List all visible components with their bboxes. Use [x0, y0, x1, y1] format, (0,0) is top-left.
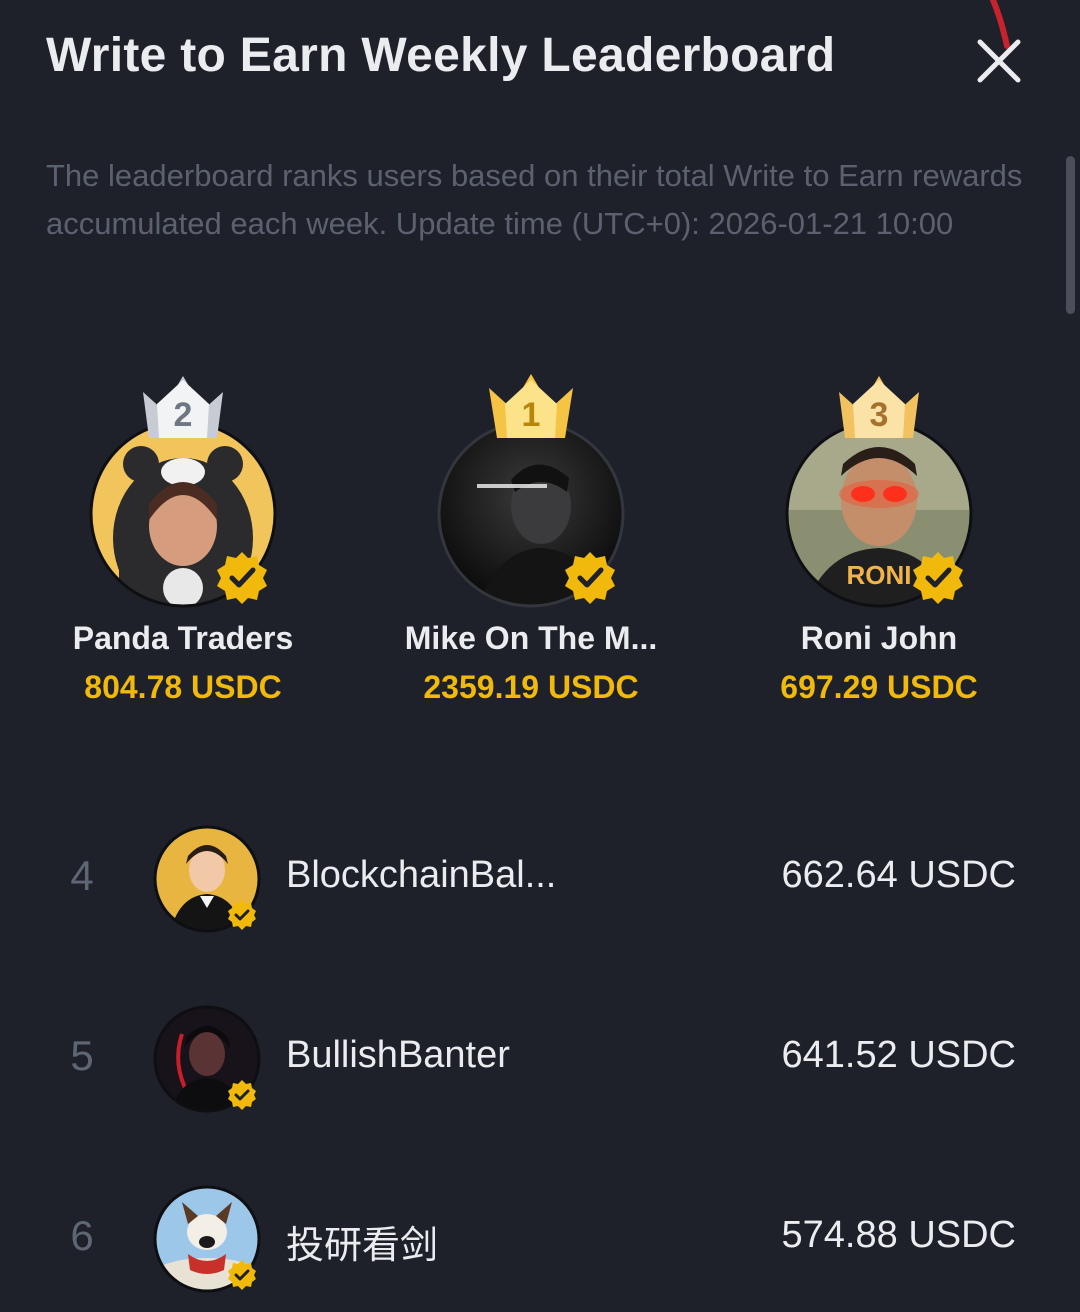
- podium-rank-number: 3: [869, 396, 889, 434]
- podium-name: Roni John: [800, 620, 958, 656]
- page-title: Write to Earn Weekly Leaderboard: [46, 29, 836, 82]
- podium-name: Panda Traders: [72, 620, 294, 656]
- avatar: [153, 1005, 261, 1113]
- avatar: [153, 1185, 261, 1293]
- row-name: 投研看剑: [286, 1225, 439, 1267]
- close-icon: [977, 39, 1021, 83]
- verified-badge-icon: [217, 552, 267, 604]
- row-rank: 5: [70, 1032, 94, 1079]
- podium-amount: 2359.19 USDC: [423, 669, 639, 705]
- verified-badge-icon: [913, 552, 963, 604]
- close-button[interactable]: [968, 30, 1030, 92]
- row-amount: 574.88 USDC: [781, 1214, 1016, 1256]
- leaderboard-panel: Write to Earn Weekly Leaderboard The lea…: [0, 0, 1080, 1312]
- row-name: BlockchainBal...: [286, 854, 557, 896]
- leaderboard-row-5[interactable]: 5 BullishBanter 641.52 USDC: [0, 1004, 1080, 1114]
- row-amount: 662.64 USDC: [781, 854, 1016, 896]
- avatar: [153, 825, 261, 933]
- row-rank: 4: [70, 852, 94, 899]
- avatar-shirt-text: RONI: [847, 560, 912, 590]
- podium-amount: 697.29 USDC: [780, 669, 978, 705]
- podium-rank-1[interactable]: 1 Mike On The M... 2359.19 USDC: [366, 374, 696, 724]
- podium-rank-number: 1: [521, 396, 541, 434]
- leaderboard-description: The leaderboard ranks users based on the…: [46, 158, 1023, 241]
- podium-name: Mike On The M...: [404, 620, 658, 656]
- podium-rank-3[interactable]: RONI 3 Roni John 697.29 USDC: [714, 374, 1044, 724]
- podium-amount: 804.78 USDC: [84, 669, 282, 705]
- podium-rank-2[interactable]: 2 Panda Traders 804.78 USDC: [18, 374, 348, 724]
- row-amount: 641.52 USDC: [781, 1034, 1016, 1076]
- row-rank: 6: [70, 1212, 94, 1259]
- leaderboard-row-4[interactable]: 4 BlockchainBal... 662.64 USDC: [0, 824, 1080, 934]
- verified-badge-icon: [565, 552, 615, 604]
- scrollbar[interactable]: [1066, 156, 1075, 314]
- podium-rank-number: 2: [173, 396, 193, 434]
- leaderboard-row-6[interactable]: 6 投研看剑 574.88 USDC: [0, 1184, 1080, 1294]
- row-name: BullishBanter: [286, 1034, 510, 1076]
